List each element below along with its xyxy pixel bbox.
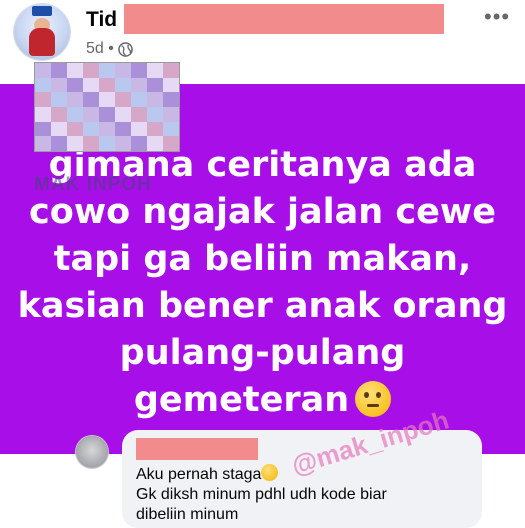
blurred-overlay (34, 62, 180, 152)
commenter-avatar[interactable] (76, 436, 108, 468)
more-options-button[interactable]: ••• (484, 4, 510, 30)
avatar-figure (29, 28, 55, 56)
poster-avatar[interactable] (14, 4, 70, 60)
redaction-bar (124, 4, 444, 34)
post-text-line: pulang-pulang (119, 333, 406, 373)
post-text-line: kasian bener anak orang (17, 286, 508, 326)
post-text-line: tapi ga beliin makan, (53, 239, 472, 279)
globe-icon (118, 41, 133, 57)
poster-name[interactable]: Tid (86, 8, 117, 32)
comment-line-text: Aku pernah staga (136, 466, 262, 483)
post-text-line: gemeteran (133, 380, 350, 420)
commenter-name-redaction (136, 438, 258, 460)
comment-line: Gk diksh minum pdhl udh kode biar (136, 486, 387, 503)
post-text-line: cowo ngajak jalan cewe (29, 192, 496, 232)
thinking-face-icon (355, 381, 392, 417)
avatar-badge (32, 6, 52, 16)
comment-line: dibeliin minum (136, 506, 239, 523)
post-meta: 5d • (86, 40, 133, 58)
post-timestamp[interactable]: 5d • (86, 40, 114, 58)
watermark-logo: MAK INPOH (34, 174, 152, 195)
comment-text: Aku pernah staga Gk diksh minum pdhl udh… (136, 464, 387, 525)
comment-line: Aku pernah staga (136, 464, 387, 485)
laughing-emoji-icon (261, 464, 279, 481)
